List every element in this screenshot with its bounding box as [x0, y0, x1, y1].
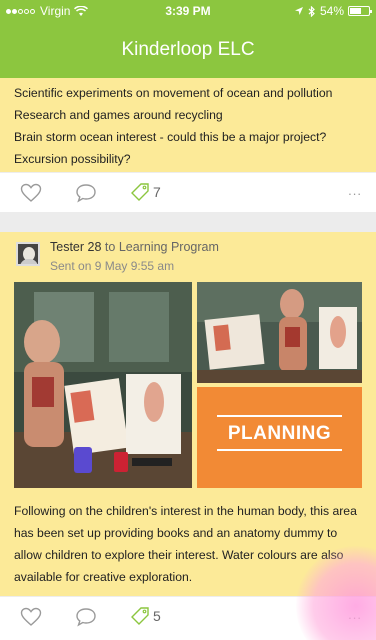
tag-button[interactable]: 7 — [130, 182, 161, 202]
to-label: to — [104, 240, 116, 254]
sent-timestamp: Sent on 9 May 9:55 am — [50, 259, 175, 273]
post-2-header: Tester 28 to Learning Program Sent on 9 … — [0, 232, 376, 282]
post-meta: Tester 28 to Learning Program Sent on 9 … — [50, 240, 219, 273]
author-name[interactable]: Tester 28 — [50, 240, 101, 254]
like-heart-icon[interactable] — [20, 607, 42, 627]
post-1-actions: 7 ... — [0, 172, 376, 212]
bluetooth-icon — [308, 5, 315, 17]
tag-icon — [131, 607, 149, 625]
location-arrow-icon — [294, 7, 303, 15]
post-card-1: Scientific experiments on movement of oc… — [0, 78, 376, 212]
planning-rule-top — [217, 415, 342, 417]
status-right: 54% — [294, 4, 372, 18]
post-1-body: Scientific experiments on movement of oc… — [0, 78, 376, 172]
tag-count: 5 — [153, 608, 161, 624]
nav-bar: Kinderloop ELC — [0, 22, 376, 78]
post-1-line-1: Scientific experiments on movement of oc… — [14, 86, 333, 100]
tag-button[interactable]: 5 — [130, 606, 161, 626]
comment-bubble-icon[interactable] — [75, 607, 97, 627]
photo-planning[interactable]: PLANNING — [197, 387, 362, 488]
app: Virgin 3:39 PM 54% Kinderloop ELC Scient… — [0, 0, 376, 640]
post-1-line-3: Brain storm ocean interest - could this … — [14, 130, 327, 144]
photo-anatomy-display[interactable] — [14, 282, 192, 488]
post-2-caption: Following on the children's interest in … — [14, 504, 357, 584]
tag-count: 7 — [153, 184, 161, 200]
battery-percent: 54% — [319, 4, 344, 18]
post-2-actions: 5 ... — [0, 596, 376, 636]
program-link[interactable]: Learning Program — [119, 240, 219, 254]
comment-bubble-icon[interactable] — [75, 183, 97, 203]
status-bar: Virgin 3:39 PM 54% — [0, 0, 376, 22]
nav-title: Kinderloop ELC — [121, 39, 255, 60]
battery-icon — [348, 6, 372, 16]
tag-icon — [131, 183, 149, 201]
post-1-line-2: Research and games around recycling — [14, 108, 223, 122]
post-2-caption-area: Following on the children's interest in … — [0, 490, 376, 596]
avatar[interactable] — [16, 242, 40, 266]
more-options-button[interactable]: ... — [348, 607, 362, 622]
photo-anatomy-books[interactable] — [197, 282, 362, 383]
like-heart-icon[interactable] — [20, 183, 42, 203]
post-card-2: Tester 28 to Learning Program Sent on 9 … — [0, 232, 376, 640]
post-1-line-4: Excursion possibility? — [14, 152, 131, 166]
planning-label: PLANNING — [227, 423, 332, 444]
planning-rule-bottom — [217, 449, 342, 451]
battery-fill — [350, 8, 361, 14]
photo-grid: PLANNING — [0, 282, 376, 490]
author-line: Tester 28 to Learning Program — [50, 240, 219, 254]
more-options-button[interactable]: ... — [348, 183, 362, 198]
